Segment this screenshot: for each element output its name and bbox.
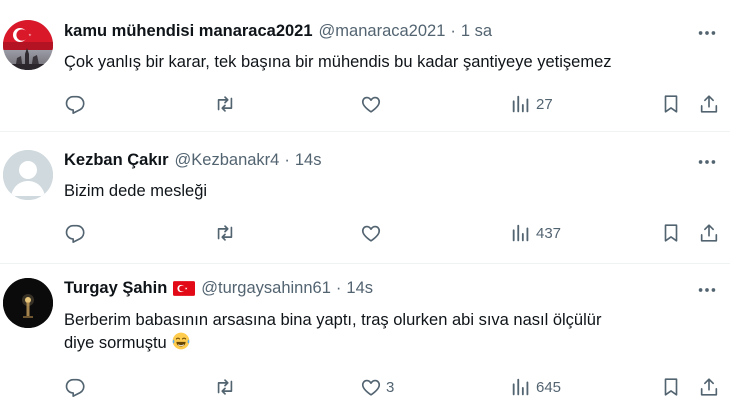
retweet-icon [217, 96, 233, 112]
user-handle[interactable]: @Kezbanakr4 [175, 151, 280, 170]
display-name[interactable]: kamu mühendisi manaraca2021 [64, 22, 313, 41]
separator-dot: · [335, 279, 342, 297]
reply-button[interactable] [64, 92, 90, 116]
views-icon [512, 95, 529, 113]
timestamp[interactable]: 14s [346, 279, 373, 298]
tweet-text-line-with-emoji: diye sormuştu [64, 331, 710, 354]
bookmark-button[interactable] [660, 375, 682, 399]
separator-dot: · [450, 22, 456, 40]
tweet[interactable]: Kezban Çakır @Kezbanakr4 · 14s Bizim ded… [0, 133, 730, 264]
bookmark-button[interactable] [660, 92, 682, 116]
retweet-button[interactable] [214, 92, 240, 116]
share-button[interactable] [698, 92, 720, 116]
timestamp[interactable]: 14s [295, 151, 322, 170]
tweet-actions: 3 645 [64, 375, 724, 399]
user-handle[interactable]: @manaraca2021 [319, 22, 446, 41]
views-button[interactable]: 437 [510, 221, 561, 245]
more-icon [698, 160, 716, 164]
more-icon [698, 288, 716, 292]
share-icon [700, 224, 718, 242]
display-name[interactable]: Kezban Çakır [64, 151, 169, 170]
reply-feed: kamu mühendisi manaraca2021 @manaraca202… [0, 0, 730, 420]
retweet-icon [217, 379, 233, 395]
share-icon [700, 95, 718, 113]
reply-icon [65, 95, 85, 114]
view-count: 645 [536, 378, 562, 396]
views-button[interactable]: 645 [510, 375, 561, 399]
like-button[interactable] [360, 221, 386, 245]
retweet-button[interactable] [214, 375, 240, 399]
more-options-button[interactable] [696, 22, 718, 44]
tweet-header: Kezban Çakır @Kezbanakr4 · 14s [64, 151, 321, 170]
like-icon [361, 225, 381, 242]
view-count: 437 [536, 224, 562, 242]
like-count: 3 [386, 378, 395, 396]
like-icon [361, 96, 381, 113]
tweet-text-line: Berberim babasının arsasına bina yaptı, … [64, 311, 602, 329]
face-with-tears-of-joy-emoji [172, 332, 190, 350]
share-icon [700, 378, 718, 396]
bookmark-icon [664, 95, 678, 113]
retweet-icon [217, 225, 233, 241]
tweet-actions: 27 [64, 92, 724, 116]
tweet-header: Turgay Şahin @turgaysahinn61 · 14s [64, 279, 373, 298]
default-profile-picture [3, 150, 53, 200]
tweet-header: kamu mühendisi manaraca2021 @manaraca202… [64, 22, 492, 41]
view-count: 27 [536, 95, 553, 113]
separator-dot: · [284, 151, 290, 169]
reply-icon [65, 378, 85, 397]
share-button[interactable] [698, 221, 720, 245]
turkish-flag-emoji [173, 281, 196, 296]
share-button[interactable] [698, 375, 720, 399]
tweet-text: Berberim babasının arsasına bina yaptı, … [64, 309, 710, 354]
reply-button[interactable] [64, 221, 90, 245]
tweet-actions: 437 [64, 221, 724, 245]
display-name[interactable]: Turgay Şahin [64, 279, 167, 298]
more-options-button[interactable] [696, 151, 718, 173]
avatar[interactable] [3, 278, 53, 328]
retweet-button[interactable] [214, 221, 240, 245]
tweet-text: Çok yanlış bir karar, tek başına bir müh… [64, 53, 612, 71]
tweet-text: Bizim dede mesleği [64, 182, 208, 200]
timestamp[interactable]: 1 sa [461, 22, 492, 41]
views-icon [512, 224, 529, 242]
more-icon [698, 31, 716, 35]
like-button[interactable]: 3 [360, 375, 394, 399]
tweet[interactable]: kamu mühendisi manaraca2021 @manaraca202… [0, 0, 730, 132]
night-scene-profile-picture [3, 278, 53, 328]
tweet-text-line: diye sormuştu [64, 334, 167, 352]
views-icon [512, 378, 529, 396]
avatar[interactable] [3, 150, 53, 200]
reply-icon [65, 224, 85, 243]
bookmark-icon [664, 224, 678, 242]
bookmark-icon [664, 378, 678, 396]
tweet[interactable]: Turgay Şahin @turgaysahinn61 · 14s Berbe… [0, 265, 730, 420]
bookmark-button[interactable] [660, 221, 682, 245]
like-button[interactable] [360, 92, 386, 116]
avatar[interactable] [3, 20, 53, 70]
turkish-flag-profile-picture [3, 20, 53, 70]
like-icon [361, 379, 381, 396]
views-button[interactable]: 27 [510, 92, 553, 116]
user-handle[interactable]: @turgaysahinn61 [201, 279, 331, 298]
reply-button[interactable] [64, 375, 90, 399]
more-options-button[interactable] [696, 279, 718, 301]
